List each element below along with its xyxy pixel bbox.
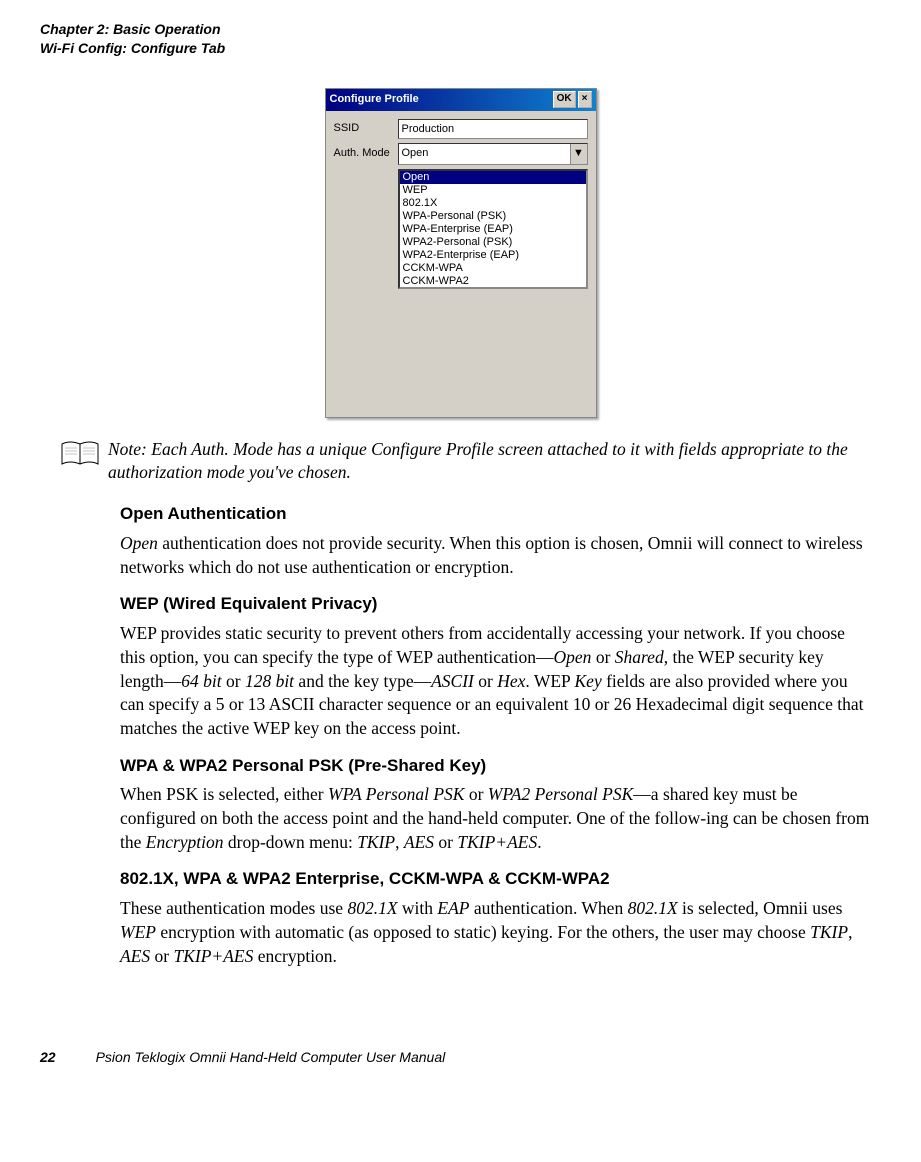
page-number: 22 [40,1048,56,1067]
para-open-auth: Open authentication does not provide sec… [120,532,871,579]
chapter-line: Chapter 2: Basic Operation [40,20,881,39]
list-item[interactable]: 802.1X [400,197,586,210]
page-footer: 22 Psion Teklogix Omnii Hand-Held Comput… [40,1048,881,1067]
ssid-input[interactable]: Production [398,119,588,139]
para-psk: When PSK is selected, either WPA Persona… [120,783,871,854]
note-text: Note: Each Auth. Mode has a unique Confi… [108,438,881,484]
heading-psk: WPA & WPA2 Personal PSK (Pre-Shared Key) [120,755,871,778]
para-wep: WEP provides static security to prevent … [120,622,871,740]
list-item[interactable]: WPA-Personal (PSK) [400,210,586,223]
section-line: Wi-Fi Config: Configure Tab [40,39,881,58]
content-section: Open Authentication Open authentication … [120,503,871,968]
footer-title: Psion Teklogix Omnii Hand-Held Computer … [96,1048,446,1067]
para-enterprise: These authentication modes use 802.1X wi… [120,897,871,968]
chevron-down-icon[interactable]: ▼ [570,144,587,164]
ssid-label: SSID [334,121,398,136]
auth-mode-label: Auth. Mode [334,146,398,161]
heading-enterprise: 802.1X, WPA & WPA2 Enterprise, CCKM-WPA … [120,868,871,891]
list-item[interactable]: Open [400,171,586,184]
screenshot-container: Configure Profile OK × SSID Production A… [40,88,881,418]
heading-wep: WEP (Wired Equivalent Privacy) [120,593,871,616]
note-label: Note: [108,439,147,459]
heading-open-auth: Open Authentication [120,503,871,526]
configure-profile-dialog: Configure Profile OK × SSID Production A… [325,88,597,418]
dialog-title: Configure Profile [330,92,419,107]
book-icon [60,440,108,475]
list-item[interactable]: WPA2-Enterprise (EAP) [400,249,586,262]
list-item[interactable]: WPA-Enterprise (EAP) [400,223,586,236]
ok-button[interactable]: OK [553,91,576,108]
close-button[interactable]: × [578,91,592,108]
page-header: Chapter 2: Basic Operation Wi-Fi Config:… [40,20,881,58]
note-block: Note: Each Auth. Mode has a unique Confi… [40,438,881,484]
list-item[interactable]: CCKM-WPA [400,262,586,275]
list-item[interactable]: WEP [400,184,586,197]
auth-mode-dropdown[interactable]: Open ▼ [398,143,588,165]
auth-mode-value: Open [399,144,570,164]
dialog-body: SSID Production Auth. Mode Open ▼ Open W… [326,111,596,417]
note-body: Each Auth. Mode has a unique Configure P… [108,439,848,482]
dialog-titlebar: Configure Profile OK × [326,89,596,111]
auth-mode-listbox[interactable]: Open WEP 802.1X WPA-Personal (PSK) WPA-E… [398,169,588,289]
list-item[interactable]: CCKM-WPA2 [400,275,586,288]
list-item[interactable]: WPA2-Personal (PSK) [400,236,586,249]
